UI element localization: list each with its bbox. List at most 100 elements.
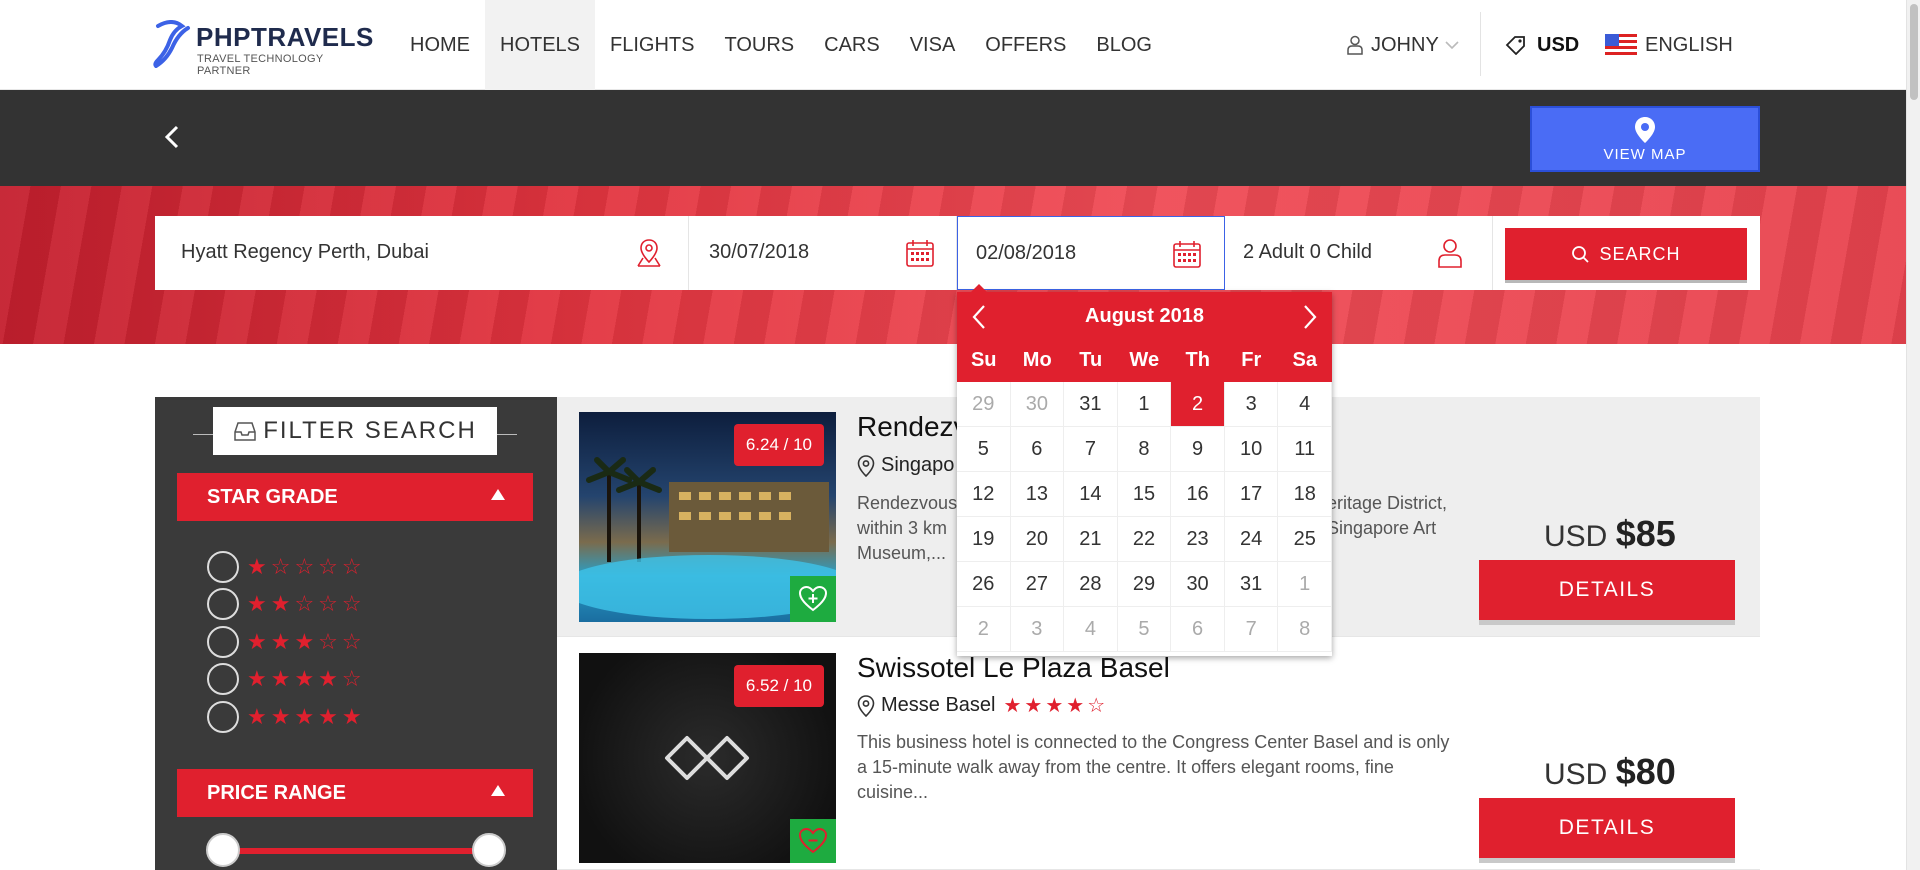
calendar-day[interactable]: 1 — [1117, 382, 1172, 427]
calendar-day[interactable]: 21 — [1064, 517, 1118, 562]
calendar-day[interactable]: 18 — [1278, 472, 1332, 517]
location-field[interactable]: Hyatt Regency Perth, Dubai — [155, 216, 689, 290]
nav-cars[interactable]: CARS — [809, 0, 895, 90]
calendar-day[interactable]: 6 — [1010, 427, 1065, 472]
calendar-day[interactable]: 7 — [1224, 607, 1279, 652]
calendar-day[interactable]: 31 — [1224, 562, 1279, 607]
calendar-day[interactable]: 5 — [957, 427, 1011, 472]
star-filter-1[interactable]: ★☆☆☆☆ — [207, 550, 366, 584]
price-range-header[interactable]: PRICE RANGE — [177, 769, 533, 817]
calendar-day[interactable]: 7 — [1064, 427, 1118, 472]
nav-offers[interactable]: OFFERS — [970, 0, 1081, 90]
star-radio[interactable] — [207, 551, 239, 583]
add-favorite-button[interactable] — [790, 576, 836, 622]
calendar-day[interactable]: 1 — [1278, 562, 1332, 607]
star-filter-3[interactable]: ★★★☆☆ — [207, 625, 366, 659]
calendar-day[interactable]: 26 — [957, 562, 1011, 607]
favorite-button[interactable] — [790, 819, 836, 863]
datepicker-header: August 2018 — [957, 292, 1332, 342]
calendar-day[interactable]: 28 — [1064, 562, 1118, 607]
hotel-image[interactable]: 6.24 / 10 — [579, 412, 836, 622]
calendar-day[interactable]: 3 — [1224, 382, 1279, 427]
star-filter-5[interactable]: ★★★★★ — [207, 700, 366, 734]
calendar-day[interactable]: 13 — [1010, 472, 1065, 517]
page-scrollbar[interactable] — [1906, 0, 1920, 870]
details-button[interactable]: DETAILS — [1479, 560, 1735, 620]
details-button[interactable]: DETAILS — [1479, 798, 1735, 858]
calendar-day[interactable]: 30 — [1171, 562, 1225, 607]
hotel-location-text: Singapo — [881, 454, 955, 476]
hotel-image[interactable]: 6.52 / 10 — [579, 653, 836, 863]
calendar-day[interactable]: 24 — [1224, 517, 1279, 562]
weekday-label: We — [1129, 349, 1160, 371]
star-radio[interactable] — [207, 701, 239, 733]
star-radio[interactable] — [207, 663, 239, 695]
calendar-day[interactable]: 30 — [1010, 382, 1065, 427]
calendar-day[interactable]: 2 — [1171, 382, 1225, 427]
nav-tours[interactable]: TOURS — [709, 0, 809, 90]
star-radio[interactable] — [207, 626, 239, 658]
nav-hotels[interactable]: HOTELS — [485, 0, 596, 90]
calendar-day[interactable]: 29 — [957, 382, 1011, 427]
price-slider-max-handle[interactable] — [472, 833, 506, 867]
calendar-day[interactable]: 8 — [1278, 607, 1332, 652]
calendar-day[interactable]: 6 — [1171, 607, 1225, 652]
calendar-day[interactable]: 29 — [1117, 562, 1172, 607]
calendar-day[interactable]: 4 — [1064, 607, 1118, 652]
price-slider-track[interactable] — [223, 848, 491, 854]
calendar-day[interactable]: 2 — [957, 607, 1011, 652]
language-label: ENGLISH — [1645, 33, 1733, 56]
calendar-day[interactable]: 14 — [1064, 472, 1118, 517]
back-arrow-icon[interactable] — [162, 124, 182, 150]
language-selector[interactable]: ENGLISH — [1605, 0, 1733, 90]
calendar-day[interactable]: 20 — [1010, 517, 1065, 562]
chevron-down-icon — [1445, 41, 1459, 50]
calendar-day[interactable]: 10 — [1224, 427, 1279, 472]
nav-home[interactable]: HOME — [395, 0, 485, 90]
currency-selector[interactable]: USD — [1505, 0, 1579, 90]
calendar-day[interactable]: 23 — [1171, 517, 1225, 562]
calendar-day[interactable]: 3 — [1010, 607, 1065, 652]
collapse-arrow-icon — [491, 489, 505, 500]
brand-logo[interactable]: PHPTRAVELS TRAVEL TECHNOLOGY PARTNER — [152, 20, 377, 77]
hotel-name[interactable]: Swissotel Le Plaza Basel — [857, 652, 1170, 684]
checkout-field[interactable]: 02/08/2018 — [957, 216, 1225, 290]
calendar-day[interactable]: 27 — [1010, 562, 1065, 607]
search-button[interactable]: SEARCH — [1505, 228, 1747, 280]
nav-flights[interactable]: FLIGHTS — [595, 0, 709, 90]
calendar-day[interactable]: 25 — [1278, 517, 1332, 562]
hotel-location: Singapo — [857, 454, 954, 477]
hotel-name[interactable]: Rendezv — [857, 411, 968, 443]
guests-field[interactable]: 2 Adult 0 Child — [1225, 216, 1493, 290]
chevron-right-icon[interactable] — [1302, 304, 1318, 330]
calendar-day[interactable]: 31 — [1064, 382, 1118, 427]
calendar-day[interactable]: 17 — [1224, 472, 1279, 517]
star-filter-4[interactable]: ★★★★☆ — [207, 662, 366, 696]
view-map-button[interactable]: VIEW MAP — [1530, 106, 1760, 172]
calendar-day[interactable]: 22 — [1117, 517, 1172, 562]
nav-visa[interactable]: VISA — [895, 0, 971, 90]
collapse-arrow-icon — [491, 785, 505, 796]
top-header: PHPTRAVELS TRAVEL TECHNOLOGY PARTNER HOM… — [0, 0, 1906, 90]
datepicker-month[interactable]: August 2018 — [957, 305, 1332, 328]
calendar-day[interactable]: 15 — [1117, 472, 1172, 517]
brand-tagline: TRAVEL TECHNOLOGY PARTNER — [197, 53, 324, 77]
star-filter-2[interactable]: ★★☆☆☆ — [207, 587, 366, 621]
user-menu[interactable]: JOHNY — [1347, 0, 1459, 90]
calendar-day[interactable]: 4 — [1278, 382, 1332, 427]
calendar-day[interactable]: 5 — [1117, 607, 1172, 652]
calendar-day[interactable]: 16 — [1171, 472, 1225, 517]
star-radio[interactable] — [207, 588, 239, 620]
checkin-field[interactable]: 30/07/2018 — [689, 216, 957, 290]
star-grade-header[interactable]: STAR GRADE — [177, 473, 533, 521]
calendar-day[interactable]: 11 — [1278, 427, 1332, 472]
calendar-day[interactable]: 12 — [957, 472, 1011, 517]
map-marker-icon — [857, 454, 875, 477]
calendar-day[interactable]: 8 — [1117, 427, 1172, 472]
price-slider-min-handle[interactable] — [206, 833, 240, 867]
scrollbar-thumb[interactable] — [1910, 4, 1918, 100]
description-line: Singapore Art — [1327, 518, 1437, 538]
calendar-day[interactable]: 9 — [1171, 427, 1225, 472]
calendar-day[interactable]: 19 — [957, 517, 1011, 562]
nav-blog[interactable]: BLOG — [1081, 0, 1167, 90]
